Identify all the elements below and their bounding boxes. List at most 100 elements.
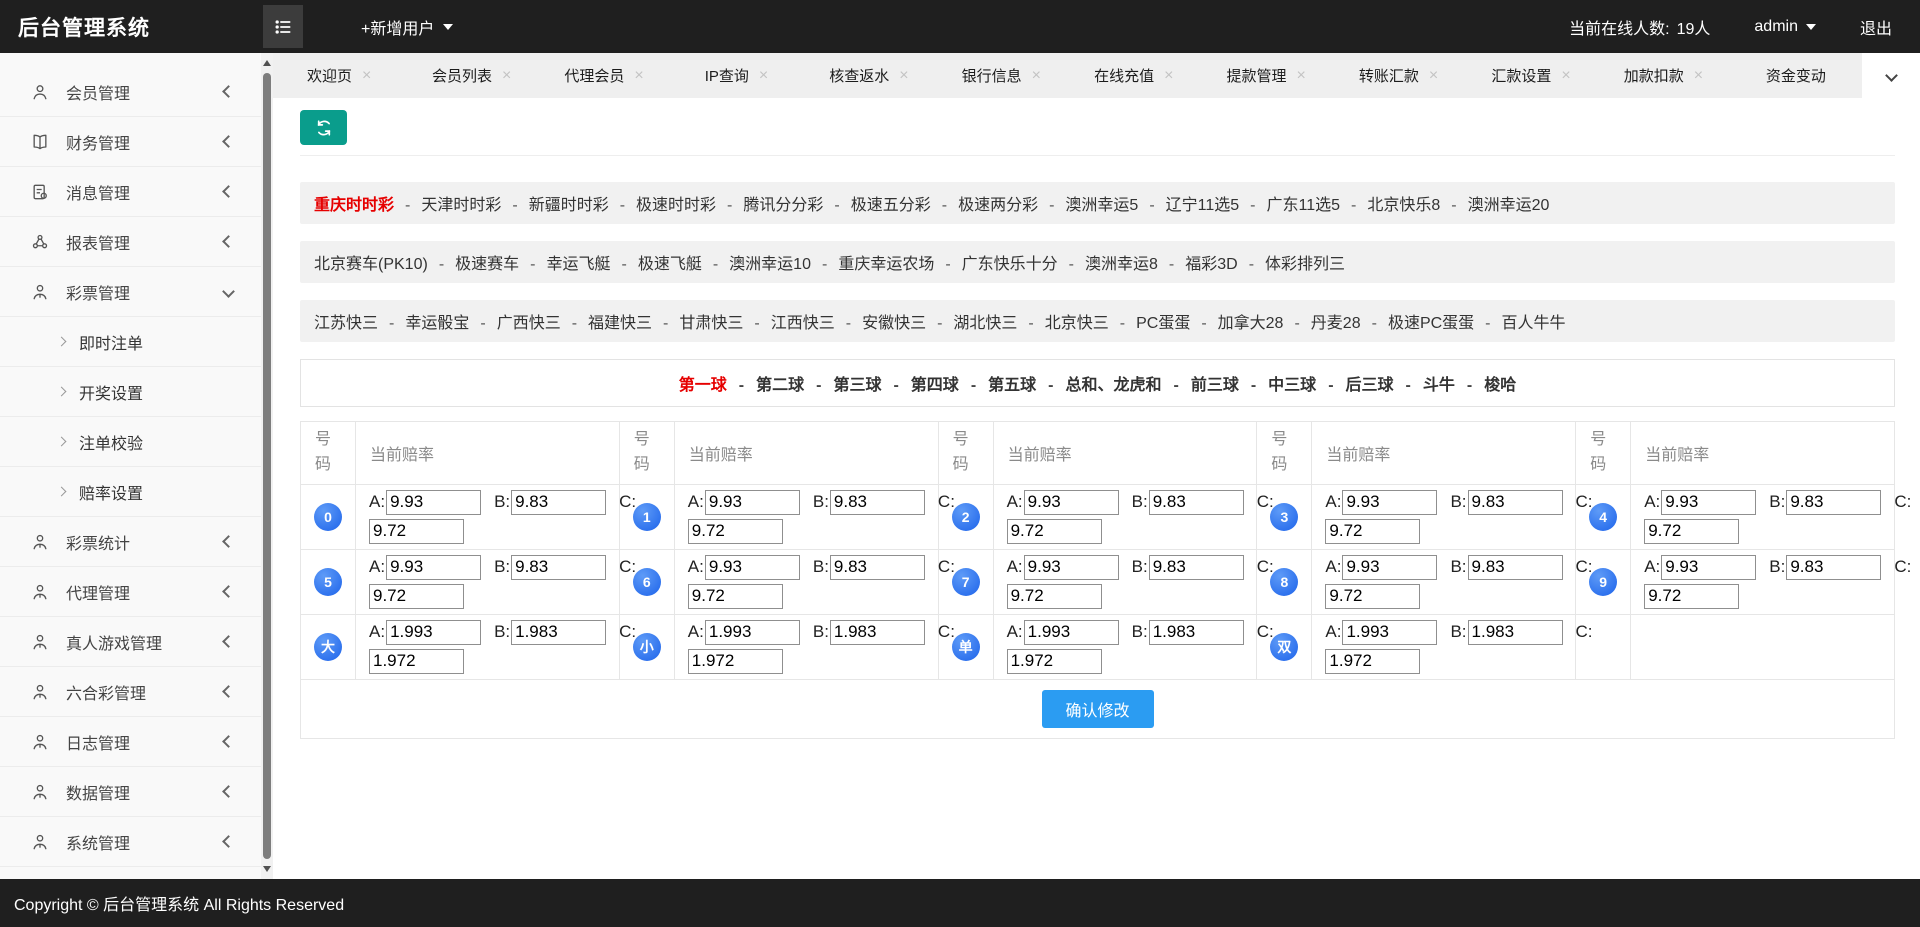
lottery-link[interactable]: 极速两分彩 bbox=[958, 197, 1038, 214]
lottery-link[interactable]: 澳洲幸运10 bbox=[729, 256, 811, 273]
position-tab[interactable]: 总和、龙虎和 bbox=[1065, 377, 1161, 394]
odds-input-b[interactable] bbox=[1786, 489, 1882, 515]
tab-2[interactable]: 代理会员 × bbox=[538, 53, 670, 98]
odds-input-c[interactable] bbox=[687, 648, 783, 674]
menu-toggle-button[interactable] bbox=[263, 5, 303, 48]
tab-5[interactable]: 银行信息 × bbox=[935, 53, 1067, 98]
odds-input-a[interactable] bbox=[1342, 619, 1438, 645]
odds-input-a[interactable] bbox=[1661, 554, 1757, 580]
tab-close-icon[interactable]: × bbox=[1297, 67, 1306, 84]
lottery-link[interactable]: 天津时时彩 bbox=[421, 197, 501, 214]
number-badge[interactable]: 0 bbox=[314, 502, 342, 531]
tab-close-icon[interactable]: × bbox=[1164, 67, 1173, 84]
sidebar-item-7[interactable]: 真人游戏管理 bbox=[0, 617, 261, 667]
odds-input-b[interactable] bbox=[1467, 554, 1563, 580]
odds-input-c[interactable] bbox=[1006, 648, 1102, 674]
tab-6[interactable]: 在线充值 × bbox=[1068, 53, 1200, 98]
tab-1[interactable]: 会员列表 × bbox=[405, 53, 537, 98]
tab-close-icon[interactable]: × bbox=[1032, 67, 1041, 84]
lottery-link[interactable]: 重庆时时彩 bbox=[314, 197, 394, 214]
lottery-link[interactable]: 澳洲幸运20 bbox=[1468, 197, 1550, 214]
odds-input-c[interactable] bbox=[369, 518, 464, 544]
scrollbar-thumb[interactable] bbox=[263, 73, 271, 859]
position-tab[interactable]: 梭哈 bbox=[1484, 377, 1516, 394]
sidebar-item-8[interactable]: 六合彩管理 bbox=[0, 667, 261, 717]
number-badge[interactable]: 双 bbox=[1270, 632, 1299, 661]
odds-input-c[interactable] bbox=[1006, 518, 1102, 544]
odds-input-a[interactable] bbox=[1342, 554, 1438, 580]
sidebar-item-6[interactable]: 代理管理 bbox=[0, 567, 261, 617]
position-tab[interactable]: 第四球 bbox=[911, 377, 959, 394]
number-badge[interactable]: 9 bbox=[1589, 567, 1618, 596]
number-badge[interactable]: 8 bbox=[1270, 567, 1299, 596]
lottery-link[interactable]: 腾讯分分彩 bbox=[743, 197, 823, 214]
odds-input-a[interactable] bbox=[704, 554, 800, 580]
position-tab[interactable]: 第三球 bbox=[833, 377, 881, 394]
odds-input-b[interactable] bbox=[511, 554, 607, 580]
lottery-link[interactable]: 百人牛牛 bbox=[1502, 315, 1566, 332]
lottery-link[interactable]: 极速五分彩 bbox=[851, 197, 931, 214]
odds-input-b[interactable] bbox=[1786, 554, 1882, 580]
lottery-link[interactable]: 体彩排列三 bbox=[1265, 256, 1345, 273]
lottery-link[interactable]: 北京赛车(PK10) bbox=[314, 256, 428, 273]
lottery-link[interactable]: 北京快乐8 bbox=[1367, 197, 1440, 214]
lottery-link[interactable]: 江西快三 bbox=[771, 315, 835, 332]
odds-input-a[interactable] bbox=[386, 619, 482, 645]
position-tab[interactable]: 斗牛 bbox=[1423, 377, 1455, 394]
number-badge[interactable]: 6 bbox=[632, 567, 661, 596]
tab-close-icon[interactable]: × bbox=[759, 67, 768, 84]
odds-input-c[interactable] bbox=[1006, 583, 1102, 609]
odds-input-c[interactable] bbox=[687, 518, 783, 544]
tab-close-icon[interactable]: × bbox=[362, 67, 371, 84]
lottery-link[interactable]: 重庆幸运农场 bbox=[838, 256, 934, 273]
logout-button[interactable]: 退出 bbox=[1860, 15, 1892, 39]
sidebar-item-5[interactable]: 彩票统计 bbox=[0, 517, 261, 567]
odds-input-a[interactable] bbox=[1023, 619, 1119, 645]
odds-input-a[interactable] bbox=[1342, 489, 1438, 515]
number-badge[interactable]: 3 bbox=[1270, 502, 1299, 531]
odds-input-a[interactable] bbox=[704, 619, 800, 645]
lottery-link[interactable]: PC蛋蛋 bbox=[1136, 315, 1190, 332]
position-tab[interactable]: 第一球 bbox=[679, 377, 727, 394]
odds-input-b[interactable] bbox=[829, 554, 925, 580]
lottery-link[interactable]: 广东快乐十分 bbox=[962, 256, 1058, 273]
lottery-link[interactable]: 福建快三 bbox=[588, 315, 652, 332]
lottery-link[interactable]: 广东11选5 bbox=[1266, 197, 1340, 214]
odds-input-b[interactable] bbox=[829, 489, 925, 515]
lottery-link[interactable]: 福彩3D bbox=[1185, 256, 1237, 273]
lottery-link[interactable]: 湖北快三 bbox=[953, 315, 1017, 332]
position-tab[interactable]: 第二球 bbox=[756, 377, 804, 394]
sidebar-item-10[interactable]: 数据管理 bbox=[0, 767, 261, 817]
odds-input-a[interactable] bbox=[386, 554, 482, 580]
odds-input-c[interactable] bbox=[687, 583, 783, 609]
tab-close-icon[interactable]: × bbox=[1429, 67, 1438, 84]
lottery-link[interactable]: 幸运骰宝 bbox=[405, 315, 469, 332]
tab-close-icon[interactable]: × bbox=[502, 67, 511, 84]
odds-input-c[interactable] bbox=[1325, 648, 1421, 674]
sidebar-subitem[interactable]: 即时注单 bbox=[0, 317, 261, 367]
sidebar-item-3[interactable]: 报表管理 bbox=[0, 217, 261, 267]
odds-input-b[interactable] bbox=[1148, 554, 1244, 580]
number-badge[interactable]: 小 bbox=[632, 632, 661, 661]
sidebar-subitem[interactable]: 赔率设置 bbox=[0, 467, 261, 517]
lottery-link[interactable]: 澳洲幸运5 bbox=[1065, 197, 1138, 214]
tab-9[interactable]: 汇款设置 × bbox=[1465, 53, 1597, 98]
lottery-link[interactable]: 极速PC蛋蛋 bbox=[1388, 315, 1474, 332]
sidebar-subitem[interactable]: 开奖设置 bbox=[0, 367, 261, 417]
tab-close-icon[interactable]: × bbox=[634, 67, 643, 84]
odds-input-b[interactable] bbox=[1467, 619, 1563, 645]
lottery-link[interactable]: 加拿大28 bbox=[1218, 315, 1284, 332]
confirm-modify-button[interactable]: 确认修改 bbox=[1041, 689, 1154, 728]
odds-input-a[interactable] bbox=[704, 489, 800, 515]
odds-input-a[interactable] bbox=[386, 489, 482, 515]
sidebar-item-1[interactable]: 财务管理 bbox=[0, 117, 261, 167]
lottery-link[interactable]: 江苏快三 bbox=[314, 315, 378, 332]
odds-input-c[interactable] bbox=[1644, 518, 1740, 544]
sidebar-item-11[interactable]: 系统管理 bbox=[0, 817, 261, 867]
number-badge[interactable]: 1 bbox=[632, 502, 661, 531]
refresh-button[interactable] bbox=[300, 110, 347, 145]
position-tab[interactable]: 中三球 bbox=[1268, 377, 1316, 394]
lottery-link[interactable]: 极速赛车 bbox=[455, 256, 519, 273]
tab-3[interactable]: IP查询 × bbox=[670, 53, 802, 98]
lottery-link[interactable]: 澳洲幸运8 bbox=[1085, 256, 1158, 273]
